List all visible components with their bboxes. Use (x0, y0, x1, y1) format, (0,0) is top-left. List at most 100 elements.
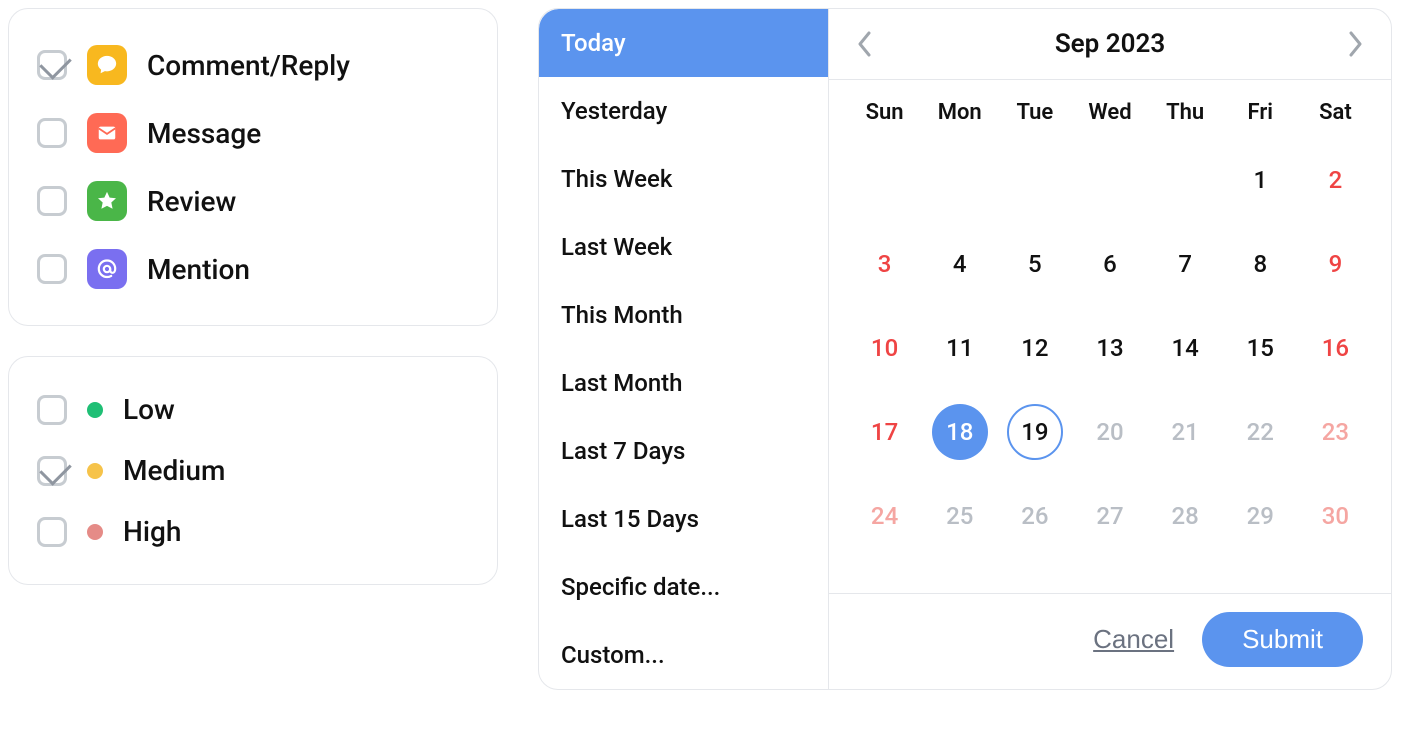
calendar-day[interactable]: 24 (847, 487, 922, 545)
date-preset-item[interactable]: Yesterday (539, 77, 828, 145)
prev-month-button[interactable] (853, 32, 877, 56)
calendar-day-number: 8 (1253, 250, 1267, 278)
date-preset-item[interactable]: Last Month (539, 349, 828, 417)
calendar-day[interactable]: 11 (922, 319, 997, 377)
calendar-day[interactable]: 6 (1072, 235, 1147, 293)
priority-filter-row: Low (37, 379, 469, 440)
mail-icon (87, 113, 127, 153)
date-preset-item[interactable]: Last Week (539, 213, 828, 281)
calendar-day[interactable]: 4 (922, 235, 997, 293)
next-month-button[interactable] (1343, 32, 1367, 56)
priority-filter-row: Medium (37, 440, 469, 501)
calendar-day[interactable]: 30 (1298, 487, 1373, 545)
calendar-day[interactable]: 26 (997, 487, 1072, 545)
calendar-day-number: 25 (946, 502, 973, 530)
calendar-day-number: 3 (878, 250, 892, 278)
type-filter-label: Message (147, 117, 261, 150)
date-preset-item[interactable]: Today (539, 9, 828, 77)
date-picker: TodayYesterdayThis WeekLast WeekThis Mon… (538, 8, 1392, 690)
checkbox[interactable] (37, 254, 67, 284)
date-preset-item[interactable]: Specific date... (539, 553, 828, 621)
calendar-day-number: 14 (1171, 334, 1198, 362)
cancel-button[interactable]: Cancel (1093, 624, 1174, 655)
calendar-day[interactable]: 5 (997, 235, 1072, 293)
calendar-day[interactable]: 25 (922, 487, 997, 545)
priority-filter-label: Low (123, 393, 175, 426)
calendar-day[interactable]: 13 (1072, 319, 1147, 377)
calendar-day-number: 30 (1322, 502, 1349, 530)
calendar-day[interactable]: 3 (847, 235, 922, 293)
checkbox[interactable] (37, 186, 67, 216)
calendar-day[interactable]: 7 (1148, 235, 1223, 293)
calendar-day[interactable]: 19 (997, 403, 1072, 461)
calendar-day[interactable]: 23 (1298, 403, 1373, 461)
calendar-body: SunMonTueWedThuFriSat1234567891011121314… (829, 80, 1391, 593)
priority-dot-icon (87, 463, 103, 479)
calendar-day[interactable]: 18 (922, 403, 997, 461)
calendar-day-number: 2 (1329, 166, 1343, 194)
priority-filter-row: High (37, 501, 469, 562)
date-preset-item[interactable]: This Month (539, 281, 828, 349)
checkbox[interactable] (37, 456, 67, 486)
checkbox[interactable] (37, 395, 67, 425)
type-filter-row: Comment/Reply (37, 31, 469, 99)
calendar-empty (1072, 151, 1147, 209)
calendar-day-number: 29 (1247, 502, 1274, 530)
date-preset-item[interactable]: This Week (539, 145, 828, 213)
calendar-day[interactable]: 17 (847, 403, 922, 461)
calendar-day-number: 7 (1178, 250, 1192, 278)
calendar-footer: Cancel Submit (829, 593, 1391, 689)
calendar-day-number: 21 (1171, 418, 1198, 446)
calendar-day[interactable]: 1 (1223, 151, 1298, 209)
type-filter-row: Message (37, 99, 469, 167)
calendar-day-number: 9 (1329, 250, 1343, 278)
calendar-day-number: 4 (953, 250, 967, 278)
calendar-day-number: 22 (1247, 418, 1274, 446)
calendar-day[interactable]: 16 (1298, 319, 1373, 377)
calendar-empty (997, 151, 1072, 209)
calendar-day-number: 17 (871, 418, 898, 446)
calendar-day[interactable]: 8 (1223, 235, 1298, 293)
calendar-empty (922, 151, 997, 209)
calendar-day[interactable]: 2 (1298, 151, 1373, 209)
date-preset-list: TodayYesterdayThis WeekLast WeekThis Mon… (539, 9, 829, 689)
calendar-day[interactable]: 22 (1223, 403, 1298, 461)
calendar-day[interactable]: 21 (1148, 403, 1223, 461)
comment-icon (87, 45, 127, 85)
priority-dot-icon (87, 524, 103, 540)
calendar-grid: SunMonTueWedThuFriSat1234567891011121314… (847, 100, 1373, 545)
calendar-dow: Thu (1148, 100, 1223, 125)
calendar-panel: Sep 2023 SunMonTueWedThuFriSat1234567891… (829, 9, 1391, 689)
submit-button[interactable]: Submit (1202, 612, 1363, 667)
calendar-day-number: 13 (1096, 334, 1123, 362)
date-preset-item[interactable]: Last 7 Days (539, 417, 828, 485)
checkbox[interactable] (37, 118, 67, 148)
priority-filter-card: Low MediumHigh (8, 356, 498, 585)
calendar-day-number: 23 (1322, 418, 1349, 446)
calendar-day-number: 28 (1171, 502, 1198, 530)
calendar-empty (1148, 151, 1223, 209)
calendar-day[interactable]: 12 (997, 319, 1072, 377)
priority-dot-icon (87, 402, 103, 418)
checkbox[interactable] (37, 50, 67, 80)
type-filter-row: Review (37, 167, 469, 235)
calendar-day[interactable]: 14 (1148, 319, 1223, 377)
calendar-day[interactable]: 27 (1072, 487, 1147, 545)
calendar-day[interactable]: 10 (847, 319, 922, 377)
calendar-empty (847, 151, 922, 209)
calendar-day[interactable]: 28 (1148, 487, 1223, 545)
date-preset-item[interactable]: Last 15 Days (539, 485, 828, 553)
checkbox[interactable] (37, 517, 67, 547)
calendar-day[interactable]: 9 (1298, 235, 1373, 293)
calendar-day[interactable]: 29 (1223, 487, 1298, 545)
type-filter-label: Comment/Reply (147, 49, 350, 82)
calendar-header: Sep 2023 (829, 9, 1391, 80)
type-filter-row: Mention (37, 235, 469, 303)
date-preset-item[interactable]: Custom... (539, 621, 828, 689)
calendar-day-number: 11 (946, 334, 973, 362)
calendar-day[interactable]: 20 (1072, 403, 1147, 461)
type-filter-label: Review (147, 185, 236, 218)
star-icon (87, 181, 127, 221)
calendar-day[interactable]: 15 (1223, 319, 1298, 377)
chevron-left-icon (857, 31, 873, 57)
